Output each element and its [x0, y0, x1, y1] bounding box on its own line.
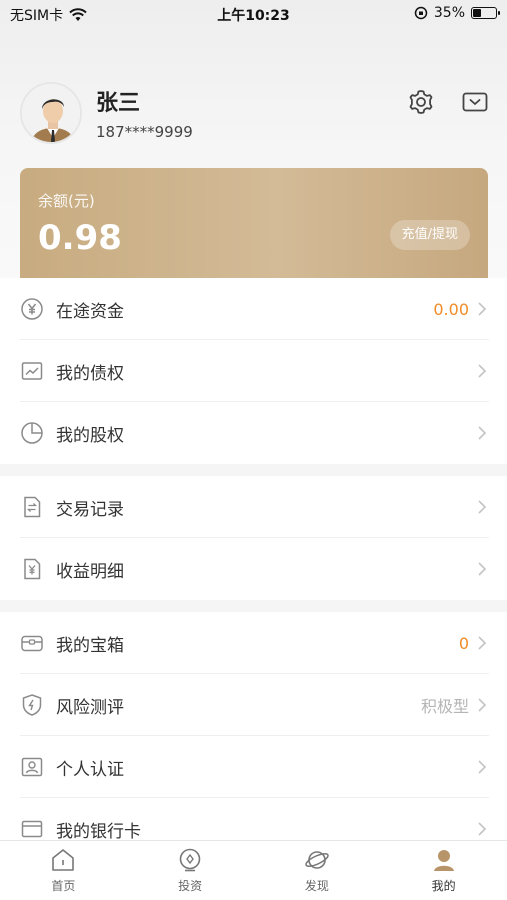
chevron-right-icon	[478, 822, 487, 836]
bottom-tab-bar: 首页 投资 发现 我的	[0, 840, 507, 900]
user-icon	[433, 850, 454, 871]
id-card-icon	[21, 757, 43, 777]
chevron-right-icon	[478, 500, 487, 514]
treasure-box-icon	[21, 635, 43, 652]
risk-level-value: 积极型	[420, 697, 469, 716]
chevron-right-icon	[478, 698, 487, 712]
menu-item-income-details[interactable]: 收益明细	[0, 538, 507, 600]
transfer-document-icon	[24, 496, 41, 518]
chevron-right-icon	[478, 302, 487, 316]
tab-label: 投资	[178, 879, 203, 893]
menu-item-transaction-records[interactable]: 交易记录	[0, 476, 507, 538]
menu-item-in-transit-funds[interactable]: 在途资金 0.00	[0, 278, 507, 340]
recharge-withdraw-button[interactable]: 充值/提现	[389, 220, 470, 250]
menu-item-label: 个人认证	[56, 759, 124, 780]
tab-label: 首页	[51, 879, 76, 893]
menu-item-label: 收益明细	[56, 561, 124, 582]
balance-value: 0.98	[38, 218, 122, 258]
menu-list: 在途资金 0.00 我的债权 我的股权 交易记录 收益明细 我的宝箱 0 风险测…	[0, 278, 507, 860]
planet-icon	[305, 851, 329, 869]
menu-item-label: 我的宝箱	[56, 635, 124, 656]
chevron-right-icon	[478, 562, 487, 576]
in-transit-funds-value: 0.00	[433, 299, 469, 319]
treasure-box-count: 0	[458, 633, 469, 653]
avatar[interactable]	[20, 82, 82, 144]
menu-item-risk-assessment[interactable]: 风险测评 积极型	[0, 674, 507, 736]
menu-item-my-debt[interactable]: 我的债权	[0, 340, 507, 402]
menu-group-assets: 在途资金 0.00 我的债权 我的股权	[0, 278, 507, 464]
invest-icon	[179, 848, 201, 872]
menu-item-label: 我的银行卡	[56, 821, 141, 842]
tab-home[interactable]: 首页	[0, 841, 127, 900]
chevron-right-icon	[478, 636, 487, 650]
shield-bolt-icon	[22, 694, 42, 716]
yuan-circle-icon	[21, 298, 43, 320]
status-bar: 无SIM卡 上午10:23 35%	[0, 0, 507, 30]
home-icon	[52, 849, 75, 871]
chevron-right-icon	[478, 760, 487, 774]
menu-item-label: 我的债权	[56, 363, 124, 384]
menu-item-label: 交易记录	[56, 499, 124, 520]
menu-item-label: 风险测评	[56, 697, 124, 718]
balance-label: 余额(元)	[38, 192, 95, 210]
profile-section[interactable]: 张三 187****9999	[20, 82, 193, 144]
bank-card-icon	[21, 820, 43, 838]
tab-label: 发现	[304, 879, 329, 893]
pie-chart-icon	[21, 422, 43, 444]
tab-label: 我的	[431, 879, 456, 893]
orientation-lock-icon	[414, 6, 428, 20]
menu-item-label: 我的股权	[56, 425, 124, 446]
yuan-document-icon	[24, 558, 41, 580]
menu-item-my-treasure-box[interactable]: 我的宝箱 0	[0, 612, 507, 674]
balance-card: 余额(元) 0.98 充值/提现	[20, 168, 488, 280]
message-inbox-icon[interactable]	[461, 88, 489, 116]
user-phone: 187****9999	[96, 123, 193, 141]
section-divider	[0, 600, 507, 612]
settings-gear-icon[interactable]	[407, 88, 435, 116]
battery-percent: 35%	[433, 5, 465, 21]
menu-item-my-equity[interactable]: 我的股权	[0, 402, 507, 464]
menu-item-personal-verification[interactable]: 个人认证	[0, 736, 507, 798]
menu-group-records: 交易记录 收益明细	[0, 476, 507, 600]
battery-icon	[471, 7, 500, 19]
menu-group-account: 我的宝箱 0 风险测评 积极型 个人认证 我的银行卡	[0, 612, 507, 860]
trend-chart-icon	[21, 362, 43, 380]
section-divider	[0, 464, 507, 476]
chevron-right-icon	[478, 426, 487, 440]
tab-invest[interactable]: 投资	[127, 841, 254, 900]
tab-discover[interactable]: 发现	[254, 841, 381, 900]
menu-item-label: 在途资金	[56, 301, 124, 322]
chevron-right-icon	[478, 364, 487, 378]
tab-mine[interactable]: 我的	[380, 841, 507, 900]
user-name: 张三	[96, 91, 141, 116]
